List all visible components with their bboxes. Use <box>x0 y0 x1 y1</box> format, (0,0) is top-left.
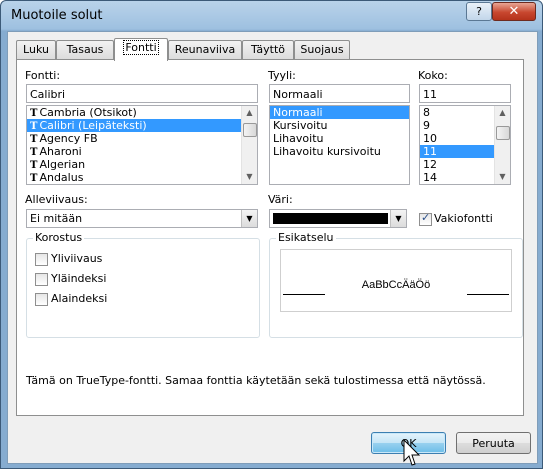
list-item-label: 10 <box>423 132 437 145</box>
default-font-checkbox[interactable] <box>419 211 432 226</box>
strikethrough-label: Yliviivaus <box>51 252 103 265</box>
tab-luku[interactable]: Luku <box>16 40 56 59</box>
scroll-down-icon[interactable]: ▼ <box>242 170 257 184</box>
font-list[interactable]: T Cambria (Otsikot) T Calibri (Leipäteksti)… <box>26 105 258 185</box>
superscript-label: Yläindeksi <box>51 272 107 285</box>
list-item-label: 12 <box>423 158 437 171</box>
tab-tasaus[interactable]: Tasaus <box>56 40 114 59</box>
scroll-up-icon[interactable]: ▲ <box>242 106 257 120</box>
list-item-label: 14 <box>423 171 437 184</box>
list-item[interactable]: T Agency FB <box>27 132 257 145</box>
list-item-label: 9 <box>423 119 430 132</box>
tab-fontti[interactable]: Fontti <box>114 38 168 61</box>
chevron-down-icon[interactable]: ▼ <box>241 210 257 227</box>
list-item-label: Cambria (Otsikot) <box>39 106 137 119</box>
font-tab-panel: Fontti: Calibri T Cambria (Otsikot) T Calib… <box>16 59 524 416</box>
underline-value: Ei mitään <box>30 212 83 225</box>
subscript-checkbox[interactable] <box>35 293 48 306</box>
truetype-icon: T <box>30 108 38 119</box>
style-label: Tyyli: <box>268 69 296 82</box>
list-item-label: Kursivoitu <box>273 119 328 132</box>
preview-sample-text: AaBbCcÄäÖö <box>361 279 431 291</box>
effects-group: Korostus Yliviivaus Yläindeksi Alaindeks… <box>26 231 260 338</box>
truetype-icon: T <box>30 147 38 158</box>
tab-label: Luku <box>23 43 49 56</box>
truetype-icon: T <box>30 173 38 184</box>
size-list[interactable]: 8 9 10 11 12 14 ▲ ▼ <box>419 105 511 185</box>
list-item-label: Lihavoitu <box>273 132 324 145</box>
list-item-label: Agency FB <box>39 132 98 145</box>
list-item-label: Algerian <box>39 158 86 171</box>
size-label: Koko: <box>418 69 448 82</box>
preview-group-label: Esikatselu <box>276 231 336 244</box>
mouse-cursor-icon <box>403 439 421 466</box>
superscript-checkbox[interactable] <box>35 273 48 286</box>
underline-select[interactable]: Ei mitään ▼ <box>26 209 258 228</box>
strikethrough-checkbox[interactable] <box>35 253 48 266</box>
title-bar[interactable]: Muotoile solut ? ✕ <box>1 1 542 31</box>
truetype-note: Tämä on TrueType-fontti. Samaa fonttia k… <box>26 374 486 387</box>
dialog-window: Muotoile solut ? ✕ Luku Tasaus Fontti Re… <box>0 0 543 469</box>
tab-label: Tasaus <box>66 43 104 56</box>
list-item[interactable]: T Calibri (Leipäteksti) <box>27 119 257 132</box>
truetype-icon: T <box>30 121 38 132</box>
size-input[interactable]: 11 <box>419 84 511 103</box>
scroll-up-icon[interactable]: ▲ <box>495 106 510 120</box>
list-item-label: Calibri (Leipäteksti) <box>39 119 147 132</box>
truetype-icon: T <box>30 160 38 171</box>
tab-reunaviiva[interactable]: Reunaviiva <box>168 40 242 59</box>
list-item[interactable]: T Algerian <box>27 158 257 171</box>
chevron-down-icon[interactable]: ▼ <box>390 210 406 227</box>
font-list-scrollbar[interactable]: ▲ ▼ <box>241 106 257 184</box>
list-item-label: 8 <box>423 106 430 119</box>
effects-group-label: Korostus <box>33 231 85 244</box>
close-button[interactable]: ✕ <box>492 2 536 21</box>
list-item-label: Aharoni <box>39 145 82 158</box>
color-label: Väri: <box>268 193 293 206</box>
default-font-label: Vakiofontti <box>434 212 493 225</box>
tab-taytto[interactable]: Täyttö <box>242 40 294 59</box>
scroll-thumb[interactable] <box>243 123 257 137</box>
baseline-right <box>467 294 509 295</box>
scroll-down-icon[interactable]: ▼ <box>495 170 510 184</box>
preview-box: AaBbCcÄäÖö <box>280 249 512 312</box>
truetype-icon: T <box>30 134 38 145</box>
list-item[interactable]: Lihavoitu <box>270 132 409 145</box>
window-title: Muotoile solut <box>11 8 103 23</box>
list-item-label: Lihavoitu kursivoitu <box>273 145 381 158</box>
list-item[interactable]: T Andalus <box>27 171 257 184</box>
tab-label: Fontti <box>123 40 159 55</box>
list-item[interactable]: T Aharoni <box>27 145 257 158</box>
scroll-thumb[interactable] <box>496 126 510 140</box>
tab-label: Täyttö <box>250 43 286 56</box>
tab-label: Reunaviiva <box>174 43 236 56</box>
preview-group: Esikatselu AaBbCcÄäÖö <box>269 231 523 338</box>
list-item-label: Normaali <box>273 106 323 119</box>
tab-label: Suojaus <box>300 43 344 56</box>
font-label: Fontti: <box>25 69 61 82</box>
style-list[interactable]: Normaali Kursivoitu Lihavoitu Lihavoitu kur… <box>269 105 410 185</box>
underline-label: Alleviivaus: <box>25 193 88 206</box>
list-item[interactable]: Kursivoitu <box>270 119 409 132</box>
baseline-left <box>283 294 325 295</box>
list-item-label: 11 <box>423 145 437 158</box>
color-select[interactable]: ▼ <box>269 209 407 228</box>
subscript-label: Alaindeksi <box>51 292 108 305</box>
font-input[interactable]: Calibri <box>26 84 258 103</box>
list-item[interactable]: Lihavoitu kursivoitu <box>270 145 409 158</box>
list-item[interactable]: Normaali <box>270 106 409 119</box>
color-swatch <box>273 213 388 224</box>
list-item-label: Andalus <box>39 171 84 184</box>
help-button[interactable]: ? <box>466 2 492 21</box>
list-item[interactable]: T Cambria (Otsikot) <box>27 106 257 119</box>
cancel-button[interactable]: Peruuta <box>456 432 531 454</box>
style-input[interactable]: Normaali <box>269 84 410 103</box>
size-list-scrollbar[interactable]: ▲ ▼ <box>494 106 510 184</box>
dialog-client-area: Luku Tasaus Fontti Reunaviiva Täyttö Suo… <box>7 31 538 464</box>
tab-suojaus[interactable]: Suojaus <box>294 40 350 59</box>
